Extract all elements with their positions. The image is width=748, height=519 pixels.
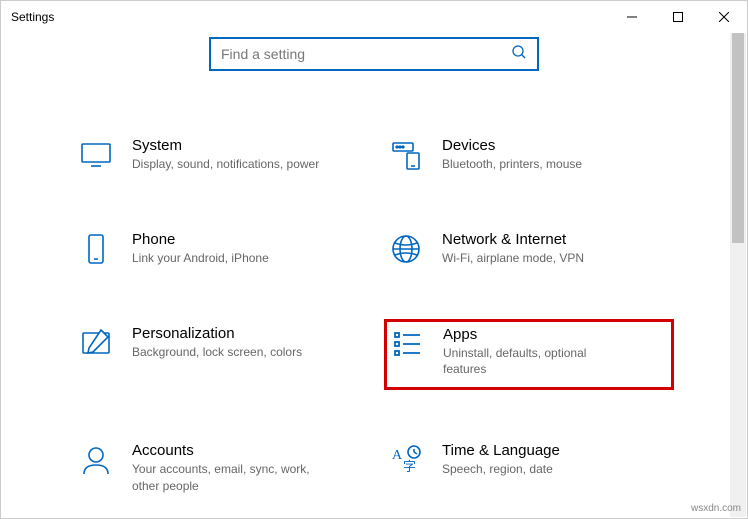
search-icon	[511, 44, 527, 65]
category-desc: Wi-Fi, airplane mode, VPN	[442, 250, 584, 266]
close-button[interactable]	[701, 1, 747, 33]
category-personalization[interactable]: Personalization Background, lock screen,…	[74, 319, 364, 390]
category-text: Time & Language Speech, region, date	[442, 442, 560, 477]
category-text: Network & Internet Wi-Fi, airplane mode,…	[442, 231, 584, 266]
category-desc: Speech, region, date	[442, 461, 560, 477]
category-desc: Uninstall, defaults, optional features	[443, 345, 633, 377]
category-network[interactable]: Network & Internet Wi-Fi, airplane mode,…	[384, 225, 674, 273]
search-box[interactable]	[209, 37, 539, 71]
category-desc: Your accounts, email, sync, work, other …	[132, 461, 322, 493]
category-text: Devices Bluetooth, printers, mouse	[442, 137, 582, 172]
category-desc: Link your Android, iPhone	[132, 250, 269, 266]
category-time[interactable]: A字 Time & Language Speech, region, date	[384, 436, 674, 499]
category-text: Personalization Background, lock screen,…	[132, 325, 302, 360]
category-text: Phone Link your Android, iPhone	[132, 231, 269, 266]
maximize-button[interactable]	[655, 1, 701, 33]
category-text: Apps Uninstall, defaults, optional featu…	[443, 326, 633, 377]
category-devices[interactable]: Devices Bluetooth, printers, mouse	[384, 131, 674, 179]
svg-text:字: 字	[403, 459, 416, 474]
devices-icon	[388, 137, 424, 173]
category-phone[interactable]: Phone Link your Android, iPhone	[74, 225, 364, 273]
category-text: Accounts Your accounts, email, sync, wor…	[132, 442, 322, 493]
content-area: System Display, sound, notifications, po…	[1, 33, 747, 500]
network-icon	[388, 231, 424, 267]
svg-text:A: A	[392, 448, 403, 463]
time-language-icon: A字	[388, 442, 424, 478]
category-apps[interactable]: Apps Uninstall, defaults, optional featu…	[384, 319, 674, 390]
minimize-button[interactable]	[609, 1, 655, 33]
scroll-thumb[interactable]	[732, 33, 744, 243]
accounts-icon	[78, 442, 114, 478]
category-title: Accounts	[132, 442, 322, 459]
scrollbar[interactable]	[730, 33, 746, 517]
phone-icon	[78, 231, 114, 267]
category-title: Phone	[132, 231, 269, 248]
close-icon	[719, 12, 729, 22]
titlebar: Settings	[1, 1, 747, 33]
category-accounts[interactable]: Accounts Your accounts, email, sync, wor…	[74, 436, 364, 499]
category-title: Time & Language	[442, 442, 560, 459]
categories-grid: System Display, sound, notifications, po…	[74, 131, 674, 500]
category-text: System Display, sound, notifications, po…	[132, 137, 319, 172]
category-desc: Bluetooth, printers, mouse	[442, 156, 582, 172]
window-controls	[609, 1, 747, 33]
category-desc: Display, sound, notifications, power	[132, 156, 319, 172]
category-title: Apps	[443, 326, 633, 343]
apps-icon	[389, 326, 425, 362]
maximize-icon	[673, 12, 683, 22]
system-icon	[78, 137, 114, 173]
minimize-icon	[627, 12, 637, 22]
category-system[interactable]: System Display, sound, notifications, po…	[74, 131, 364, 179]
category-desc: Background, lock screen, colors	[132, 344, 302, 360]
personalization-icon	[78, 325, 114, 361]
category-title: Personalization	[132, 325, 302, 342]
watermark: wsxdn.com	[691, 503, 741, 514]
search-container	[1, 37, 747, 71]
category-title: System	[132, 137, 319, 154]
category-title: Network & Internet	[442, 231, 584, 248]
search-input[interactable]	[221, 46, 511, 62]
window-title: Settings	[11, 10, 54, 24]
category-title: Devices	[442, 137, 582, 154]
